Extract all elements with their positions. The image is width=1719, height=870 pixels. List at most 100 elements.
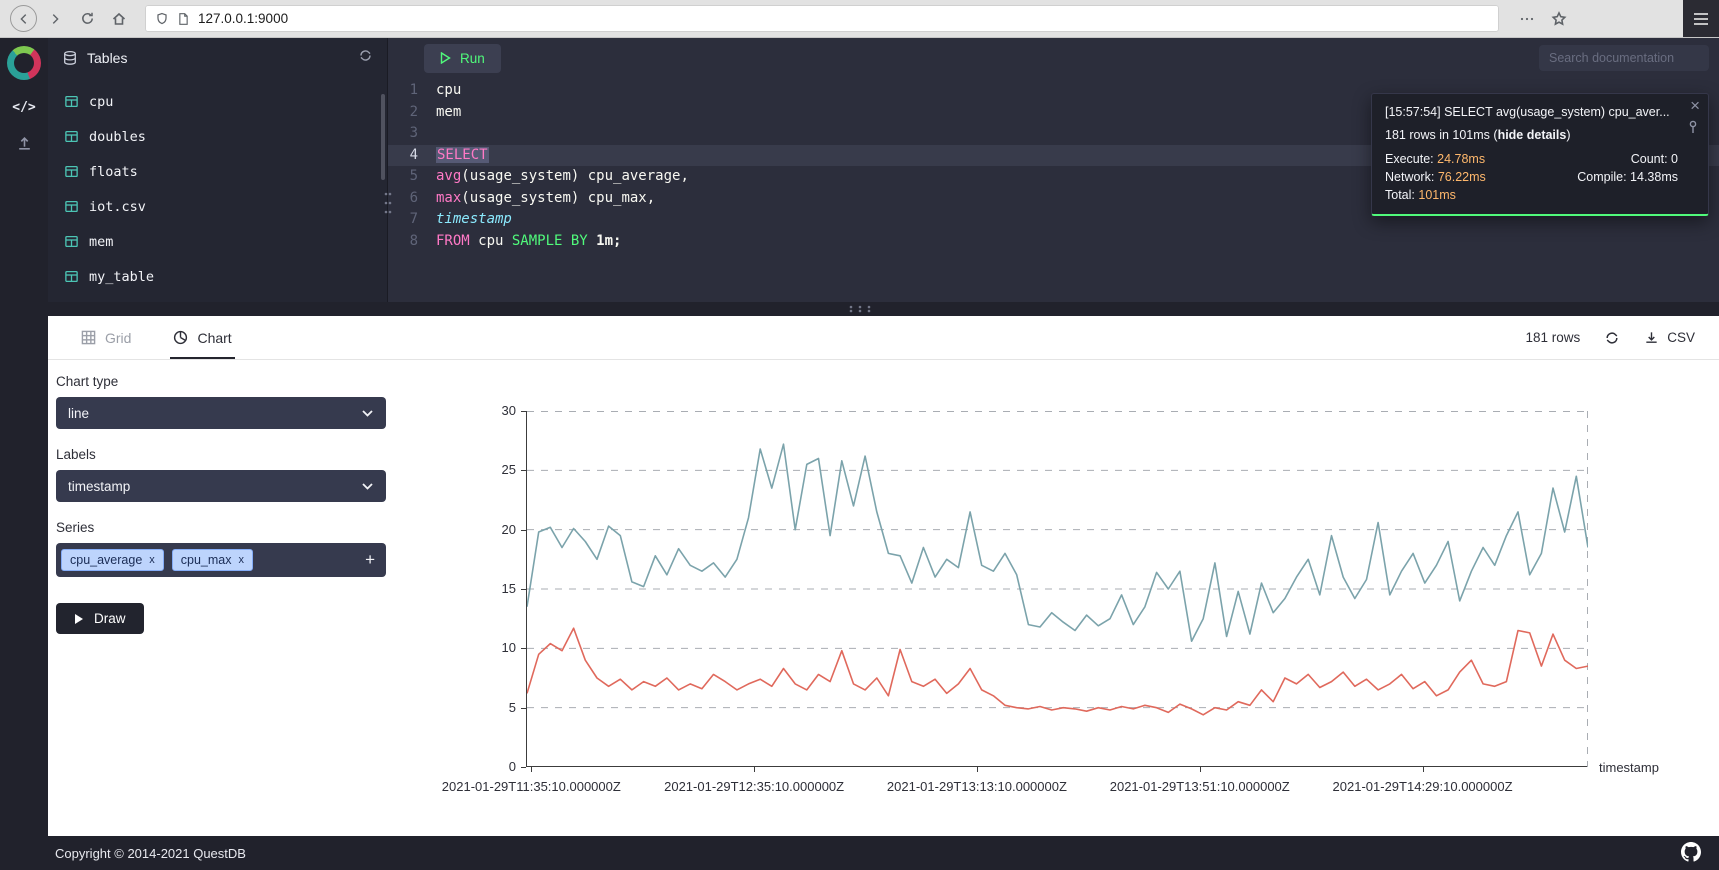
- table-name: doubles: [89, 129, 146, 145]
- import-icon[interactable]: [16, 135, 33, 157]
- forward-icon[interactable]: [41, 5, 69, 33]
- notification-details: Execute: 24.78ms Count: 0 Network: 76.22…: [1385, 152, 1678, 202]
- reload-icon[interactable]: [73, 5, 101, 33]
- questdb-logo[interactable]: [7, 46, 41, 80]
- sidebar-scrollbar[interactable]: [381, 94, 385, 180]
- line-number: 3: [388, 123, 436, 145]
- table-name: iot.csv: [89, 199, 146, 215]
- table-icon: [64, 234, 79, 249]
- page-info-icon: [177, 12, 190, 26]
- series-chip-label: cpu_max: [181, 553, 232, 567]
- sidebar-item-iot.csv[interactable]: iot.csv: [48, 189, 387, 224]
- chart-config: Chart type line Labels timestamp Series …: [56, 374, 386, 634]
- tab-chart[interactable]: Chart: [170, 316, 234, 359]
- labels-select[interactable]: timestamp: [56, 470, 386, 502]
- y-tick-label-25: 25: [476, 462, 516, 477]
- series-chip-label: cpu_average: [70, 553, 142, 567]
- table-icon: [64, 129, 79, 144]
- line-content: mem: [436, 102, 461, 124]
- table-icon: [64, 94, 79, 109]
- x-axis-title: timestamp: [1599, 760, 1659, 775]
- address-bar[interactable]: 127.0.0.1:9000: [145, 5, 1499, 32]
- grid-icon: [81, 330, 96, 345]
- code-line-8[interactable]: 8FROM cpu SAMPLE BY 1m;: [388, 231, 1719, 253]
- github-icon[interactable]: [1681, 842, 1701, 865]
- horizontal-splitter-handle[interactable]: [0, 302, 1719, 316]
- sidebar-item-my_table[interactable]: my_table: [48, 259, 387, 294]
- copyright-text: Copyright © 2014-2021 QuestDB: [55, 846, 246, 861]
- questdb-app: </> Tables cpu doubles floats iot.csv mem my_…: [0, 38, 1719, 870]
- sidebar-item-doubles[interactable]: doubles: [48, 119, 387, 154]
- chart-type-select[interactable]: line: [56, 397, 386, 429]
- tab-grid[interactable]: Grid: [78, 316, 134, 359]
- play-icon: [440, 52, 451, 64]
- sidebar-item-floats[interactable]: floats: [48, 154, 387, 189]
- results-refresh-icon[interactable]: [1604, 330, 1620, 346]
- sidebar-item-cpu[interactable]: cpu: [48, 84, 387, 119]
- vertical-splitter-handle[interactable]: [384, 190, 392, 221]
- series-chip-cpu_average[interactable]: cpu_average x: [61, 549, 164, 571]
- pin-icon[interactable]: [1687, 120, 1699, 137]
- bookmark-star-icon[interactable]: [1545, 5, 1573, 33]
- x-tick-label-3: 2021-01-29T13:51:10.000000Z: [1110, 779, 1290, 794]
- line-number: 6: [388, 188, 436, 210]
- chart-line-cpu_max: [527, 444, 1588, 641]
- table-name: cpu: [89, 94, 113, 110]
- chart-line-cpu_average: [527, 628, 1588, 715]
- line-number: 1: [388, 80, 436, 102]
- line-content: FROM cpu SAMPLE BY 1m;: [436, 231, 621, 253]
- results-panel: Grid Chart 181 rows CSV: [48, 316, 1719, 836]
- notification-query-text: [15:57:54] SELECT avg(usage_system) cpu_…: [1385, 105, 1678, 119]
- sidebar-item-mem[interactable]: mem: [48, 224, 387, 259]
- results-actions: 181 rows CSV: [1525, 330, 1695, 346]
- line-content: cpu: [436, 80, 461, 102]
- y-tick-label-10: 10: [476, 640, 516, 655]
- compile-time: Compile: 14.38ms: [1577, 170, 1678, 184]
- hide-details-link[interactable]: hide details: [1498, 128, 1567, 142]
- tables-title: Tables: [87, 50, 127, 66]
- search-documentation-input[interactable]: [1539, 45, 1709, 71]
- chevron-down-icon: [361, 482, 374, 491]
- run-button-label: Run: [460, 51, 485, 66]
- app-footer: Copyright © 2014-2021 QuestDB: [0, 836, 1719, 870]
- table-icon: [64, 164, 79, 179]
- editor-toolbar: Run: [388, 38, 1719, 78]
- notification-summary: 181 rows in 101ms (hide details): [1385, 128, 1678, 142]
- remove-series-icon[interactable]: x: [239, 554, 245, 566]
- console-icon[interactable]: </>: [12, 100, 35, 115]
- database-icon: [62, 50, 78, 66]
- add-series-icon[interactable]: +: [365, 550, 375, 570]
- menu-hamburger-icon[interactable]: [1683, 0, 1719, 37]
- series-chip-cpu_max[interactable]: cpu_max x: [172, 549, 253, 571]
- back-icon[interactable]: [10, 5, 37, 32]
- close-icon[interactable]: ×: [1690, 96, 1700, 116]
- run-button[interactable]: Run: [424, 44, 501, 73]
- overflow-dots-icon[interactable]: [1513, 5, 1541, 33]
- table-icon: [64, 269, 79, 284]
- y-tick-label-5: 5: [476, 700, 516, 715]
- y-tick-label-20: 20: [476, 522, 516, 537]
- table-name: mem: [89, 234, 113, 250]
- chevron-down-icon: [361, 409, 374, 418]
- total-time: 101ms: [1418, 188, 1456, 202]
- line-number: 8: [388, 231, 436, 253]
- remove-series-icon[interactable]: x: [149, 554, 155, 566]
- shield-icon: [155, 12, 169, 26]
- results-tabbar: Grid Chart 181 rows CSV: [48, 316, 1719, 360]
- execute-time: 24.78ms: [1437, 152, 1485, 166]
- series-label: Series: [56, 520, 386, 535]
- x-tick-label-4: 2021-01-29T14:29:10.000000Z: [1333, 779, 1513, 794]
- y-tick-label-30: 30: [476, 403, 516, 418]
- row-count: 181 rows: [1525, 330, 1580, 345]
- series-input[interactable]: cpu_average x cpu_max x +: [56, 543, 386, 577]
- tables-refresh-icon[interactable]: [358, 48, 373, 68]
- table-name: my_table: [89, 269, 154, 285]
- side-rail: </>: [0, 38, 48, 836]
- x-tick-label-1: 2021-01-29T12:35:10.000000Z: [664, 779, 844, 794]
- csv-download-button[interactable]: CSV: [1644, 330, 1695, 345]
- line-content: max(usage_system) cpu_max,: [436, 188, 655, 210]
- query-notification: × [15:57:54] SELECT avg(usage_system) cp…: [1371, 93, 1709, 216]
- draw-button[interactable]: Draw: [56, 603, 144, 634]
- table-name: floats: [89, 164, 138, 180]
- home-icon[interactable]: [105, 5, 133, 33]
